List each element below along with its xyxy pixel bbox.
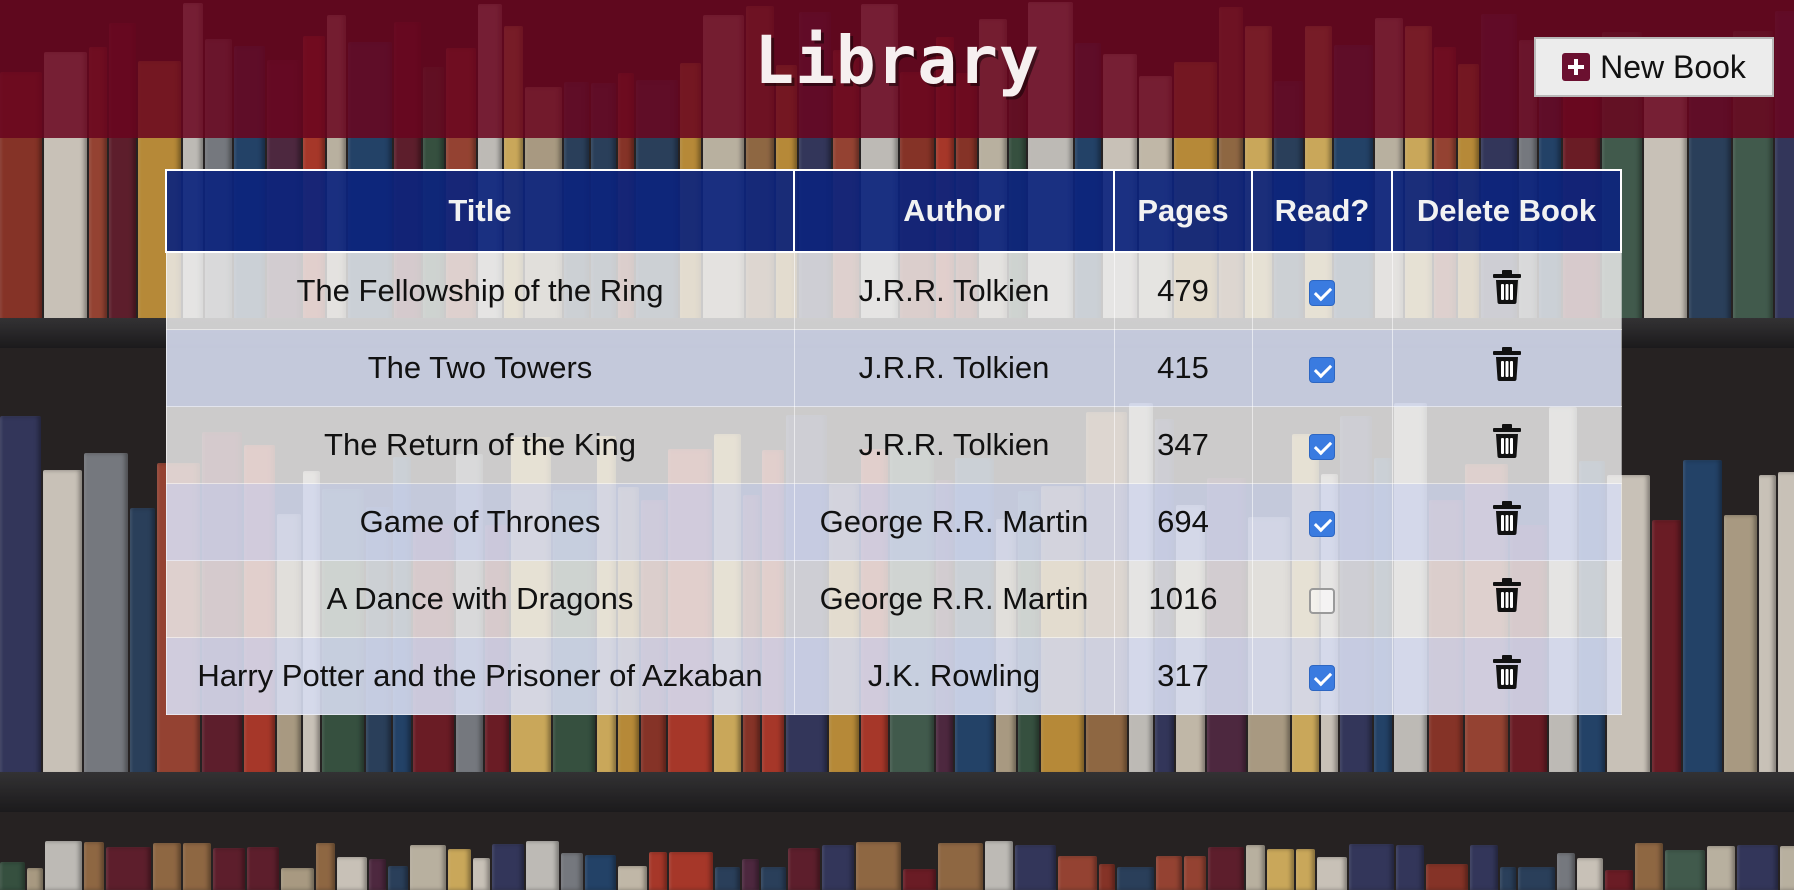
app-header: Library New Book	[0, 0, 1794, 138]
table-row: Harry Potter and the Prisoner of Azkaban…	[165, 637, 1622, 715]
book-author-cell: J.R.R. Tolkien	[793, 329, 1115, 407]
new-book-label: New Book	[1600, 48, 1746, 85]
column-header-author: Author	[793, 169, 1115, 253]
book-title-cell: The Return of the King	[165, 406, 795, 484]
table-row: The Fellowship of the Ring J.R.R. Tolkien…	[165, 252, 1622, 330]
column-header-delete: Delete Book	[1391, 169, 1622, 253]
read-cell	[1251, 483, 1393, 561]
column-header-pages: Pages	[1113, 169, 1253, 253]
table-body: The Fellowship of the Ring J.R.R. Tolkien…	[165, 252, 1622, 715]
book-title-cell: The Fellowship of the Ring	[165, 252, 795, 330]
book-title-cell: The Two Towers	[165, 329, 795, 407]
table-row: The Return of the King J.R.R. Tolkien 347	[165, 406, 1622, 484]
delete-cell	[1391, 329, 1622, 407]
read-cell	[1251, 329, 1393, 407]
read-checkbox[interactable]	[1309, 587, 1335, 614]
book-author-cell: George R.R. Martin	[793, 560, 1115, 638]
book-author-cell: J.R.R. Tolkien	[793, 252, 1115, 330]
trash-icon[interactable]	[1492, 347, 1522, 389]
plus-square-icon	[1562, 53, 1591, 81]
delete-cell	[1391, 637, 1622, 715]
read-checkbox[interactable]	[1309, 510, 1335, 537]
book-pages-cell: 415	[1113, 329, 1253, 407]
column-header-read: Read?	[1251, 169, 1393, 253]
delete-cell	[1391, 252, 1622, 330]
new-book-button[interactable]: New Book	[1534, 37, 1774, 97]
book-pages-cell: 479	[1113, 252, 1253, 330]
book-pages-cell: 694	[1113, 483, 1253, 561]
books-table-container: Title Author Pages Read? Delete Book The…	[165, 169, 1622, 715]
read-cell	[1251, 406, 1393, 484]
book-pages-cell: 1016	[1113, 560, 1253, 638]
table-row: A Dance with Dragons George R.R. Martin 10…	[165, 560, 1622, 638]
read-checkbox[interactable]	[1309, 664, 1335, 691]
read-cell	[1251, 560, 1393, 638]
book-author-cell: George R.R. Martin	[793, 483, 1115, 561]
book-pages-cell: 317	[1113, 637, 1253, 715]
trash-icon[interactable]	[1492, 655, 1522, 697]
trash-icon[interactable]	[1492, 424, 1522, 466]
read-checkbox[interactable]	[1309, 356, 1335, 383]
delete-cell	[1391, 560, 1622, 638]
trash-icon[interactable]	[1492, 578, 1522, 620]
book-author-cell: J.R.R. Tolkien	[793, 406, 1115, 484]
read-checkbox[interactable]	[1309, 279, 1335, 306]
read-cell	[1251, 637, 1393, 715]
books-table: Title Author Pages Read? Delete Book The…	[165, 169, 1622, 715]
book-title-cell: A Dance with Dragons	[165, 560, 795, 638]
page-title: Library	[754, 22, 1040, 99]
column-header-title: Title	[165, 169, 795, 253]
read-checkbox[interactable]	[1309, 433, 1335, 460]
book-title-cell: Harry Potter and the Prisoner of Azkaban	[165, 637, 795, 715]
delete-cell	[1391, 483, 1622, 561]
trash-icon[interactable]	[1492, 270, 1522, 312]
delete-cell	[1391, 406, 1622, 484]
book-title-cell: Game of Thrones	[165, 483, 795, 561]
trash-icon[interactable]	[1492, 501, 1522, 543]
table-row: Game of Thrones George R.R. Martin 694	[165, 483, 1622, 561]
book-author-cell: J.K. Rowling	[793, 637, 1115, 715]
read-cell	[1251, 252, 1393, 330]
table-row: The Two Towers J.R.R. Tolkien 415	[165, 329, 1622, 407]
book-pages-cell: 347	[1113, 406, 1253, 484]
table-header-row: Title Author Pages Read? Delete Book	[165, 169, 1622, 253]
